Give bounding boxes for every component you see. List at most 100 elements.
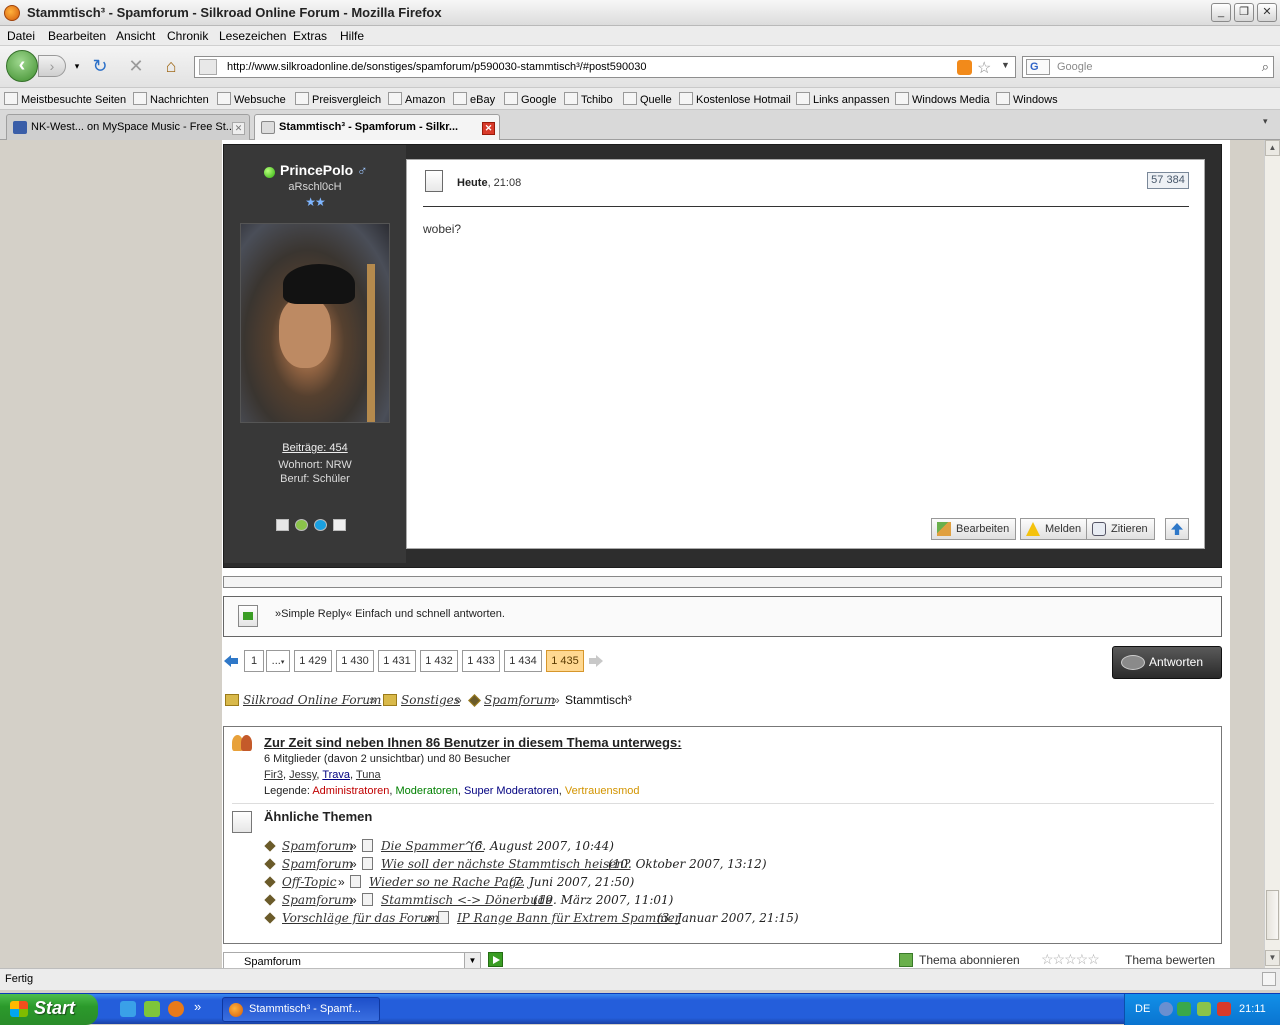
breadcrumb-sonstiges[interactable]: Sonstiges <box>401 693 460 707</box>
similar-forum-link[interactable]: Spamforum <box>282 857 353 871</box>
search-engine-icon[interactable]: G <box>1026 59 1050 75</box>
bookmark-star-icon[interactable]: ☆ <box>977 58 991 78</box>
tab-stammtisch[interactable]: Stammtisch³ - Spamforum - Silkr... ✕ <box>254 114 500 140</box>
search-magnifier-icon[interactable]: ⌕ <box>1262 59 1269 75</box>
page-1435-current[interactable]: 1 435 <box>546 650 584 672</box>
quote-button[interactable]: Zitieren <box>1086 518 1155 540</box>
quick-reply-label[interactable]: »Simple Reply« Einfach und schnell antwo… <box>275 608 505 620</box>
bookmark-windows[interactable]: Windows <box>996 92 1058 106</box>
close-tab-icon[interactable]: ✕ <box>232 122 245 135</box>
member-link[interactable]: Jessy <box>289 769 316 781</box>
bookmark-amazon[interactable]: Amazon <box>388 92 445 106</box>
member-link[interactable]: Trava <box>322 769 350 781</box>
tab-list-icon[interactable]: ▾ <box>1263 116 1268 127</box>
member-link[interactable]: Fir3 <box>264 769 283 781</box>
edit-button[interactable]: Bearbeiten <box>931 518 1017 540</box>
forum-jump-select[interactable]: Spamforum ▼ <box>223 952 481 968</box>
resize-grip-icon[interactable] <box>1262 972 1276 986</box>
similar-thread-link[interactable]: IP Range Bann für Extrem Spammer <box>457 911 680 925</box>
firefox-quicklaunch-icon[interactable] <box>168 1001 184 1017</box>
page-1430[interactable]: 1 430 <box>336 650 374 672</box>
bookmark-preisvergleich[interactable]: Preisvergleich <box>295 92 381 106</box>
bookmark-quelle[interactable]: Quelle <box>623 92 672 106</box>
scrollbar-thumb[interactable] <box>1266 890 1279 940</box>
taskbar-firefox-window[interactable]: Stammtisch³ - Spamf... <box>222 997 380 1022</box>
home-icon[interactable]: ⌂ <box>160 55 182 77</box>
maximize-button[interactable]: ❐ <box>1234 3 1254 22</box>
similar-forum-link[interactable]: Vorschläge für das Forum <box>282 911 439 925</box>
minimize-button[interactable]: _ <box>1211 3 1231 22</box>
icq-icon[interactable] <box>295 519 308 531</box>
page-1431[interactable]: 1 431 <box>378 650 416 672</box>
bookmark-windows-media[interactable]: Windows Media <box>895 92 990 106</box>
vertical-scrollbar[interactable]: ▲ ▼ <box>1264 140 1280 968</box>
post-username[interactable]: PrincePolo ♂ <box>280 162 368 178</box>
tab-myspace[interactable]: NK-West... on MySpace Music - Free St...… <box>6 114 250 140</box>
profile-card-icon[interactable] <box>276 519 289 531</box>
icq-tray-icon[interactable] <box>1197 1002 1211 1016</box>
back-button[interactable]: ‹ <box>6 50 38 82</box>
page-1[interactable]: 1 <box>244 650 264 672</box>
bookmark-tchibo[interactable]: Tchibo <box>564 92 613 106</box>
page-1434[interactable]: 1 434 <box>504 650 542 672</box>
url-dropdown-icon[interactable]: ▼ <box>1001 60 1010 70</box>
ie-quicklaunch-icon[interactable] <box>120 1001 136 1017</box>
close-window-button[interactable]: ✕ <box>1257 3 1277 22</box>
quick-reply-box[interactable]: »Simple Reply« Einfach und schnell antwo… <box>223 596 1222 637</box>
post-number[interactable]: 57 384 <box>1147 172 1189 189</box>
bookmark-nachrichten[interactable]: Nachrichten <box>133 92 209 106</box>
scroll-up-icon[interactable]: ▲ <box>1265 140 1280 156</box>
page-1432[interactable]: 1 432 <box>420 650 458 672</box>
bookmark-links-anpassen[interactable]: Links anpassen <box>796 92 889 106</box>
bookmark-websuche[interactable]: Websuche <box>217 92 286 106</box>
bookmark-google[interactable]: Google <box>504 92 556 106</box>
skype-icon[interactable] <box>314 519 327 531</box>
posts-count-link[interactable]: Beiträge: 454 <box>224 441 406 455</box>
menu-ansicht[interactable]: Ansicht <box>116 29 155 43</box>
bookmark-hotmail[interactable]: Kostenlose Hotmail <box>679 92 791 106</box>
menu-extras[interactable]: Extras <box>293 29 327 43</box>
tray-expand-icon[interactable] <box>1159 1002 1173 1016</box>
url-bar[interactable]: http://www.silkroadonline.de/sonstiges/s… <box>194 56 1016 78</box>
similar-forum-link[interactable]: Spamforum <box>282 839 353 853</box>
messenger-tray-icon[interactable] <box>1177 1002 1191 1016</box>
similar-forum-link[interactable]: Spamforum <box>282 893 353 907</box>
language-indicator[interactable]: DE <box>1135 1003 1150 1015</box>
page-jump[interactable]: ...▾ <box>266 650 290 672</box>
page-1433[interactable]: 1 433 <box>462 650 500 672</box>
similar-thread-link[interactable]: Stammtisch <-> Dönerbude <box>381 893 553 907</box>
menu-hilfe[interactable]: Hilfe <box>340 29 364 43</box>
member-link[interactable]: Tuna <box>356 769 381 781</box>
similar-thread-link[interactable]: Wie soll der nächste Stammtisch heisen? <box>381 857 630 871</box>
search-input[interactable]: Google <box>1057 61 1092 73</box>
menu-lesezeichen[interactable]: Lesezeichen <box>219 29 286 43</box>
bookmark-meistbesuchte[interactable]: Meistbesuchte Seiten <box>4 92 126 106</box>
prev-page-icon[interactable] <box>223 653 239 669</box>
icq-quicklaunch-icon[interactable] <box>144 1001 160 1017</box>
go-button[interactable] <box>488 952 503 967</box>
email-icon[interactable] <box>333 519 346 531</box>
similar-thread-link[interactable]: Wieder so ne Rache Page <box>369 875 524 889</box>
url-text[interactable]: http://www.silkroadonline.de/sonstiges/s… <box>227 61 646 73</box>
close-tab-icon[interactable]: ✕ <box>482 122 495 135</box>
menu-bearbeiten[interactable]: Bearbeiten <box>48 29 106 43</box>
rss-feed-icon[interactable] <box>957 60 972 75</box>
stop-icon[interactable]: ✕ <box>125 55 147 77</box>
history-dropdown-icon[interactable]: ▾ <box>66 55 88 77</box>
forward-button[interactable]: › <box>38 55 66 77</box>
similar-thread-link[interactable]: Die Spammer^^ <box>381 839 484 853</box>
report-button[interactable]: Melden <box>1020 518 1089 540</box>
site-identity-icon[interactable] <box>199 59 217 75</box>
reply-button[interactable]: Antworten <box>1112 646 1222 679</box>
security-tray-icon[interactable] <box>1217 1002 1231 1016</box>
bookmark-ebay[interactable]: eBay <box>453 92 495 106</box>
similar-forum-link[interactable]: Off-Topic <box>282 875 337 889</box>
reload-icon[interactable]: ↻ <box>89 55 111 77</box>
next-page-icon[interactable] <box>588 653 604 669</box>
scroll-top-button[interactable] <box>1165 518 1189 540</box>
rate-thread-label[interactable]: Thema bewerten <box>1125 953 1215 967</box>
scroll-down-icon[interactable]: ▼ <box>1265 950 1280 966</box>
start-button[interactable]: Start <box>0 994 98 1025</box>
subscribe-thread-link[interactable]: Thema abonnieren <box>899 953 1020 967</box>
page-1429[interactable]: 1 429 <box>294 650 332 672</box>
